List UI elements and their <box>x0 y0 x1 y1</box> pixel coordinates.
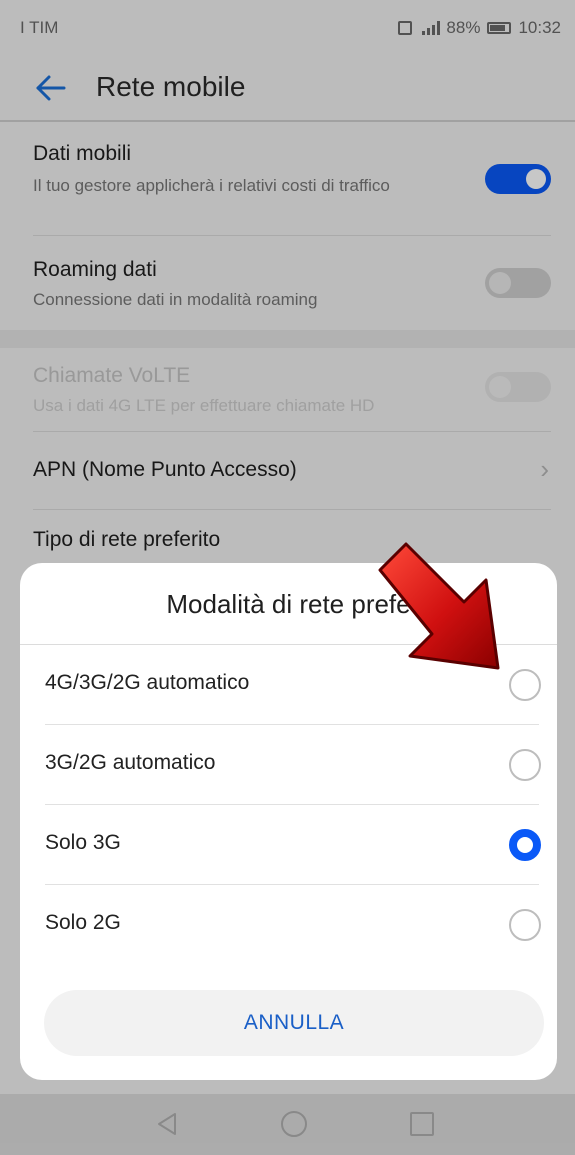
red-arrow-icon <box>378 542 500 670</box>
option-3g-2g[interactable]: 3G/2G automatico <box>20 725 557 805</box>
radio-button-selected[interactable] <box>509 829 541 861</box>
option-label: 3G/2G automatico <box>45 751 216 774</box>
option-solo-2g[interactable]: Solo 2G <box>20 885 557 965</box>
radio-button[interactable] <box>509 909 541 941</box>
radio-button[interactable] <box>509 749 541 781</box>
option-solo-3g[interactable]: Solo 3G <box>20 805 557 885</box>
option-label: Solo 3G <box>45 831 121 854</box>
option-label: Solo 2G <box>45 911 121 934</box>
option-label: 4G/3G/2G automatico <box>45 671 250 694</box>
cancel-button[interactable]: ANNULLA <box>44 990 544 1056</box>
